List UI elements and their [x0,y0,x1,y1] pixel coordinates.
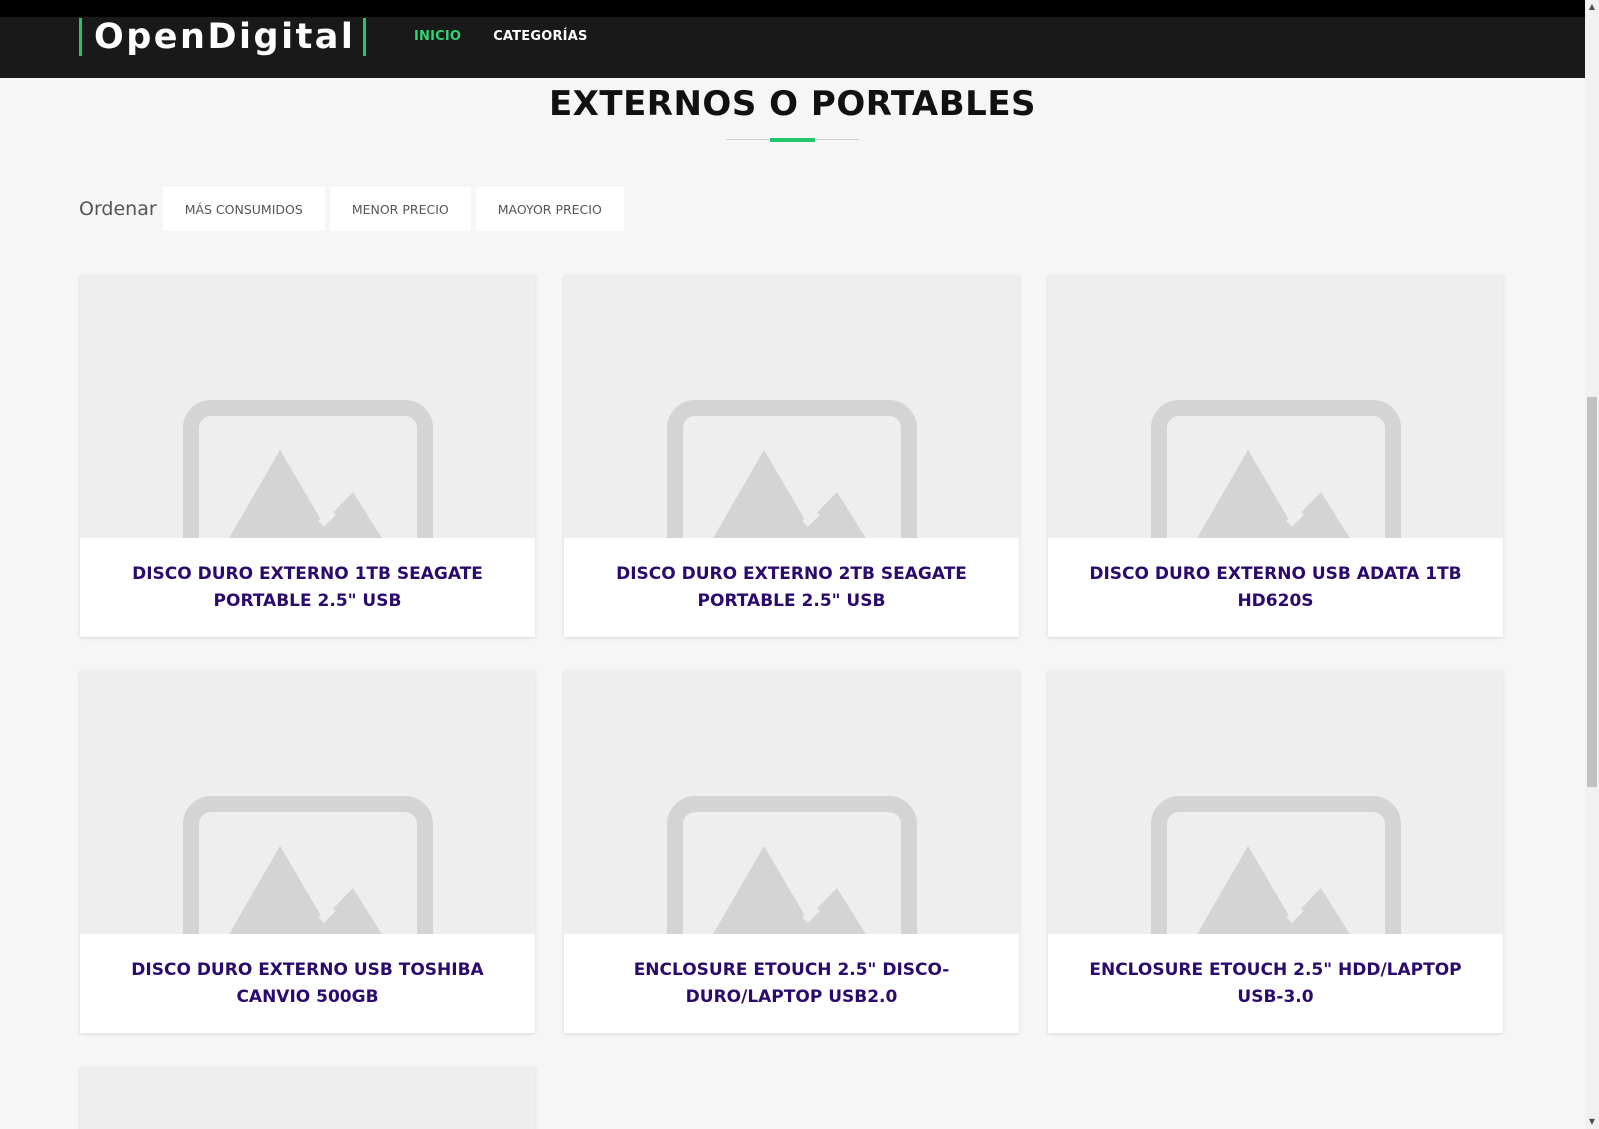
sort-most-consumed-button[interactable]: MÁS CONSUMIDOS [162,187,325,231]
product-card[interactable]: DISCO DURO EXTERNO USB ADATA 1TB HD620S [1048,275,1503,637]
nav-item-inicio[interactable]: INICIO [414,29,461,44]
site-logo[interactable]: OpenDigital [79,18,367,56]
scroll-down-icon[interactable]: ▼ [1585,1115,1599,1129]
product-title[interactable]: ENCLOSURE ETOUCH 2.5" DISCO-DURO/LAPTOP … [564,934,1019,1033]
image-placeholder-icon [183,796,433,934]
product-image [80,1067,535,1129]
product-card[interactable]: DISCO DURO EXTERNO 1TB SEAGATE PORTABLE … [80,275,535,637]
product-image [1048,275,1503,538]
product-title[interactable]: DISCO DURO EXTERNO USB ADATA 1TB HD620S [1048,538,1503,637]
scroll-up-icon[interactable]: ▲ [1585,0,1599,14]
product-image [1048,671,1503,934]
nav-item-categorias[interactable]: CATEGORÍAS [493,29,587,44]
product-image [80,671,535,934]
title-divider-accent [770,138,815,142]
page-title: EXTERNOS O PORTABLES [548,84,1037,124]
product-title[interactable]: DISCO DURO EXTERNO USB TOSHIBA CANVIO 50… [80,934,535,1033]
main-nav: INICIO CATEGORÍAS [414,29,620,44]
top-navbar: OpenDigital INICIO CATEGORÍAS [0,0,1585,78]
product-image [564,671,1019,934]
image-placeholder-icon [1151,400,1401,538]
product-title[interactable]: ENCLOSURE ETOUCH 2.5" HDD/LAPTOP USB-3.0 [1048,934,1503,1033]
sort-highest-price-button[interactable]: MAOYOR PRECIO [475,187,624,231]
sort-label: Ordenar [79,198,157,220]
product-title[interactable]: DISCO DURO EXTERNO 1TB SEAGATE PORTABLE … [80,538,535,637]
scrollbar-thumb[interactable] [1587,397,1597,787]
product-card[interactable]: ENCLOSURE ETOUCH 2.5" HDD/LAPTOP USB-3.0 [1048,671,1503,1033]
sort-bar: Ordenar MÁS CONSUMIDOS MENOR PRECIO MAOY… [79,187,629,231]
page-scrollbar[interactable]: ▲ ▼ [1585,0,1599,1129]
image-placeholder-icon [667,400,917,538]
image-placeholder-icon [183,400,433,538]
image-placeholder-icon [667,796,917,934]
image-placeholder-icon [1151,796,1401,934]
sort-lowest-price-button[interactable]: MENOR PRECIO [329,187,471,231]
product-card[interactable]: DISCO DURO EXTERNO USB TOSHIBA CANVIO 50… [80,671,535,1033]
product-card[interactable]: DISCO DURO EXTERNO 2TB SEAGATE PORTABLE … [564,275,1019,637]
product-card[interactable] [80,1067,535,1129]
product-title[interactable]: DISCO DURO EXTERNO 2TB SEAGATE PORTABLE … [564,538,1019,637]
product-image [564,275,1019,538]
product-card[interactable]: ENCLOSURE ETOUCH 2.5" DISCO-DURO/LAPTOP … [564,671,1019,1033]
product-image [80,275,535,538]
